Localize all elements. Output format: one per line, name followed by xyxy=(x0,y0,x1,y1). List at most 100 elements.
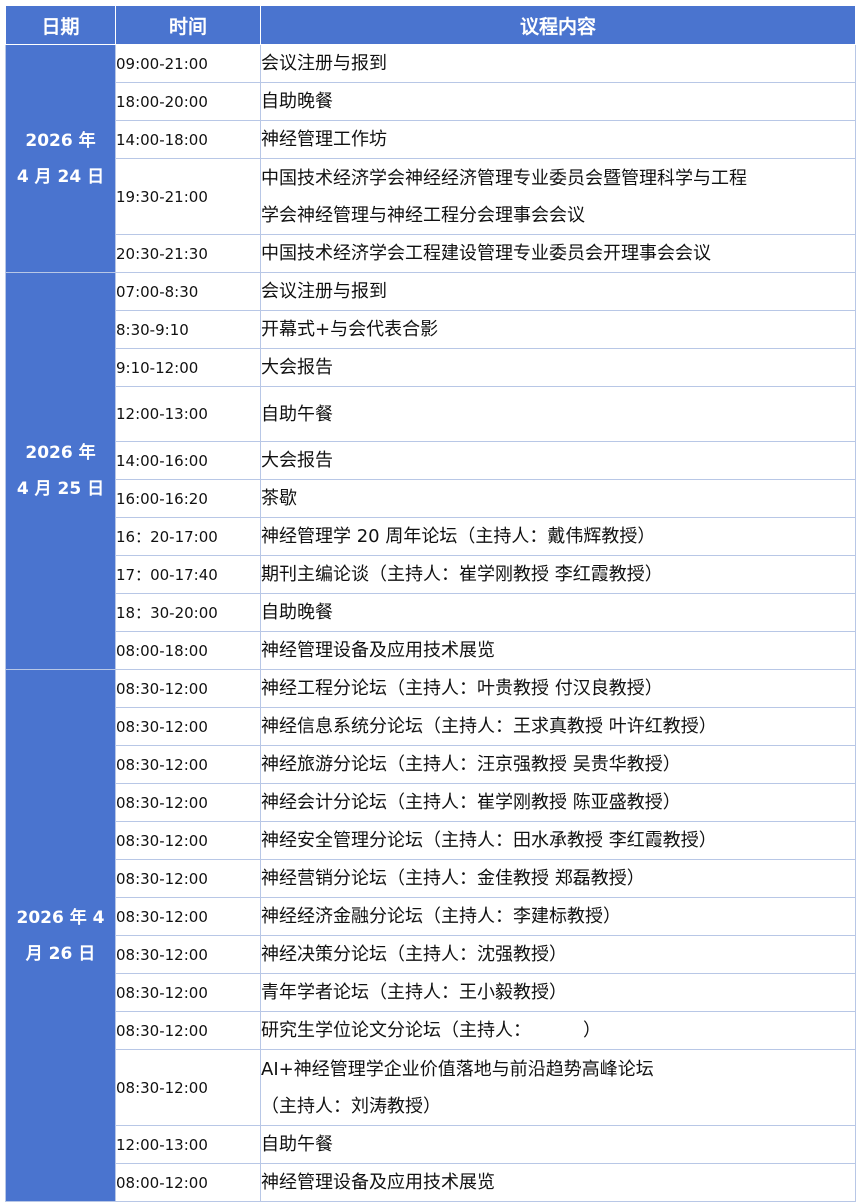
table-row: 08:30-12:00 神经经济金融分论坛（主持人：李建标教授） xyxy=(6,897,856,936)
content-cell: 神经管理设备及应用技术展览 xyxy=(260,1163,856,1202)
time-cell: 08:30-12:00 xyxy=(115,745,261,784)
table-header-row: 日期 时间 议程内容 xyxy=(5,5,856,45)
time-cell: 16:00-16:20 xyxy=(115,479,261,518)
content-cell: 神经管理学 20 周年论坛（主持人：戴伟辉教授） xyxy=(260,517,856,556)
time-cell: 07:00-8:30 xyxy=(115,272,261,311)
agenda-table: 日期 时间 议程内容 2026 年 4 月 24 日 09:00-21:00 会… xyxy=(5,5,856,1202)
date-line: 2026 年 4 xyxy=(16,907,105,928)
time-cell: 08:30-12:00 xyxy=(115,1049,261,1126)
time-cell: 19:30-21:00 xyxy=(115,158,261,235)
time-cell: 08:30-12:00 xyxy=(115,935,261,974)
time-cell: 14:00-18:00 xyxy=(115,120,261,159)
table-row: 08:00-12:00 神经管理设备及应用技术展览 xyxy=(6,1163,856,1202)
content-cell: 会议注册与报到 xyxy=(260,272,856,311)
content-line: （主持人：刘涛教授） xyxy=(261,1095,441,1117)
time-cell: 08:00-18:00 xyxy=(115,631,261,670)
table-row: 2026 年 4 月 26 日 08:30-12:00 神经工程分论坛（主持人：… xyxy=(5,669,856,1202)
content-cell: 神经决策分论坛（主持人：沈强教授） xyxy=(260,935,856,974)
content-cell: 中国技术经济学会工程建设管理专业委员会开理事会会议 xyxy=(260,234,856,273)
time-cell: 20:30-21:30 xyxy=(115,234,261,273)
table-row: 08:30-12:00 神经决策分论坛（主持人：沈强教授） xyxy=(6,935,856,974)
table-row: 08:30-12:00 研究生学位论文分论坛（主持人： ） xyxy=(6,1011,856,1050)
time-cell: 14:00-16:00 xyxy=(115,441,261,480)
time-cell: 08:30-12:00 xyxy=(115,973,261,1012)
content-cell: 神经管理设备及应用技术展览 xyxy=(260,631,856,670)
table-row: 20:30-21:30 中国技术经济学会工程建设管理专业委员会开理事会会议 xyxy=(6,234,856,273)
content-cell: 神经经济金融分论坛（主持人：李建标教授） xyxy=(260,897,856,936)
date-line: 2026 年 xyxy=(25,130,96,151)
time-cell: 08:30-12:00 xyxy=(115,821,261,860)
time-cell: 8:30-9:10 xyxy=(115,310,261,349)
content-cell: 自助晚餐 xyxy=(260,82,856,121)
table-row: 14:00-18:00 神经管理工作坊 xyxy=(6,120,856,159)
content-cell: 自助午餐 xyxy=(260,386,856,442)
table-row: 08:30-12:00 神经会计分论坛（主持人：崔学刚教授 陈亚盛教授） xyxy=(6,783,856,822)
date-line: 月 26 日 xyxy=(25,943,96,964)
table-row: 14:00-16:00 大会报告 xyxy=(6,441,856,480)
time-cell: 08:00-12:00 xyxy=(115,1163,261,1202)
time-cell: 09:00-21:00 xyxy=(115,44,261,83)
table-row: 8:30-9:10 开幕式+与会代表合影 xyxy=(6,310,856,349)
table-row: 12:00-13:00 自助午餐 xyxy=(6,1125,856,1164)
content-cell: 神经管理工作坊 xyxy=(260,120,856,159)
content-cell: 开幕式+与会代表合影 xyxy=(260,310,856,349)
content-cell: 期刊主编论谈（主持人：崔学刚教授 李红霞教授） xyxy=(260,555,856,594)
date-cell-day2: 2026 年 4 月 25 日 xyxy=(5,272,116,670)
time-cell: 12:00-13:00 xyxy=(115,386,261,442)
time-cell: 16：20-17:00 xyxy=(115,517,261,556)
time-cell: 17：00-17:40 xyxy=(115,555,261,594)
content-cell: 神经安全管理分论坛（主持人：田水承教授 李红霞教授） xyxy=(260,821,856,860)
content-cell: AI+神经管理学企业价值落地与前沿趋势高峰论坛 （主持人：刘涛教授） xyxy=(260,1049,856,1126)
table-row: 2026 年 4 月 25 日 07:00-8:30 会议注册与报到 xyxy=(5,272,856,670)
table-row: 08:30-12:00 神经信息系统分论坛（主持人：王求真教授 叶许红教授） xyxy=(6,707,856,746)
time-cell: 18:00-20:00 xyxy=(115,82,261,121)
table-row: 2026 年 4 月 24 日 09:00-21:00 会议注册与报到 xyxy=(5,44,856,273)
content-cell: 会议注册与报到 xyxy=(260,44,856,83)
time-cell: 08:30-12:00 xyxy=(115,859,261,898)
time-cell: 08:30-12:00 xyxy=(115,783,261,822)
content-cell: 神经会计分论坛（主持人：崔学刚教授 陈亚盛教授） xyxy=(260,783,856,822)
content-cell: 青年学者论坛（主持人：王小毅教授） xyxy=(260,973,856,1012)
content-cell: 中国技术经济学会神经经济管理专业委员会暨管理科学与工程 学会神经管理与神经工程分… xyxy=(260,158,856,235)
date-line: 4 月 24 日 xyxy=(16,166,105,187)
table-row: 19:30-21:00 中国技术经济学会神经经济管理专业委员会暨管理科学与工程 … xyxy=(6,158,856,235)
content-text: ） xyxy=(583,1020,601,1041)
date-line: 4 月 25 日 xyxy=(16,479,105,499)
content-line: AI+神经管理学企业价值落地与前沿趋势高峰论坛 xyxy=(261,1058,654,1080)
content-line: 中国技术经济学会神经经济管理专业委员会暨管理科学与工程 xyxy=(261,167,747,189)
date-line: 2026 年 xyxy=(25,443,96,463)
time-cell: 08:30-12:00 xyxy=(115,1011,261,1050)
content-cell: 大会报告 xyxy=(260,348,856,387)
date-cell-day3: 2026 年 4 月 26 日 xyxy=(5,669,116,1202)
content-line: 学会神经管理与神经工程分会理事会会议 xyxy=(261,204,585,226)
header-content: 议程内容 xyxy=(260,5,856,45)
date-cell-day1: 2026 年 4 月 24 日 xyxy=(5,44,116,273)
content-cell: 神经信息系统分论坛（主持人：王求真教授 叶许红教授） xyxy=(260,707,856,746)
table-row: 08:00-18:00 神经管理设备及应用技术展览 xyxy=(6,631,856,670)
table-row: 08:30-12:00 神经营销分论坛（主持人：金佳教授 郑磊教授） xyxy=(6,859,856,898)
content-cell: 神经工程分论坛（主持人：叶贵教授 付汉良教授） xyxy=(260,669,856,708)
content-cell: 研究生学位论文分论坛（主持人： ） xyxy=(260,1011,856,1050)
content-text: 研究生学位论文分论坛（主持人： xyxy=(261,1020,531,1041)
time-cell: 12:00-13:00 xyxy=(115,1125,261,1164)
content-cell: 茶歇 xyxy=(260,479,856,518)
header-time: 时间 xyxy=(115,5,261,45)
header-date: 日期 xyxy=(5,5,116,45)
table-row: 16：20-17:00 神经管理学 20 周年论坛（主持人：戴伟辉教授） xyxy=(6,517,856,556)
table-row: 18:00-20:00 自助晚餐 xyxy=(6,82,856,121)
content-cell: 神经旅游分论坛（主持人：汪京强教授 吴贵华教授） xyxy=(260,745,856,784)
time-cell: 9:10-12:00 xyxy=(115,348,261,387)
content-cell: 神经营销分论坛（主持人：金佳教授 郑磊教授） xyxy=(260,859,856,898)
content-cell: 自助晚餐 xyxy=(260,593,856,632)
table-row: 16:00-16:20 茶歇 xyxy=(6,479,856,518)
content-cell: 大会报告 xyxy=(260,441,856,480)
time-cell: 08:30-12:00 xyxy=(115,897,261,936)
table-row: 18：30-20:00 自助晚餐 xyxy=(6,593,856,632)
time-cell: 08:30-12:00 xyxy=(115,669,261,708)
table-row: 17：00-17:40 期刊主编论谈（主持人：崔学刚教授 李红霞教授） xyxy=(6,555,856,594)
table-row: 9:10-12:00 大会报告 xyxy=(6,348,856,387)
time-cell: 18：30-20:00 xyxy=(115,593,261,632)
table-row: 08:30-12:00 AI+神经管理学企业价值落地与前沿趋势高峰论坛 （主持人… xyxy=(6,1049,856,1126)
table-row: 08:30-12:00 青年学者论坛（主持人：王小毅教授） xyxy=(6,973,856,1012)
content-cell: 自助午餐 xyxy=(260,1125,856,1164)
